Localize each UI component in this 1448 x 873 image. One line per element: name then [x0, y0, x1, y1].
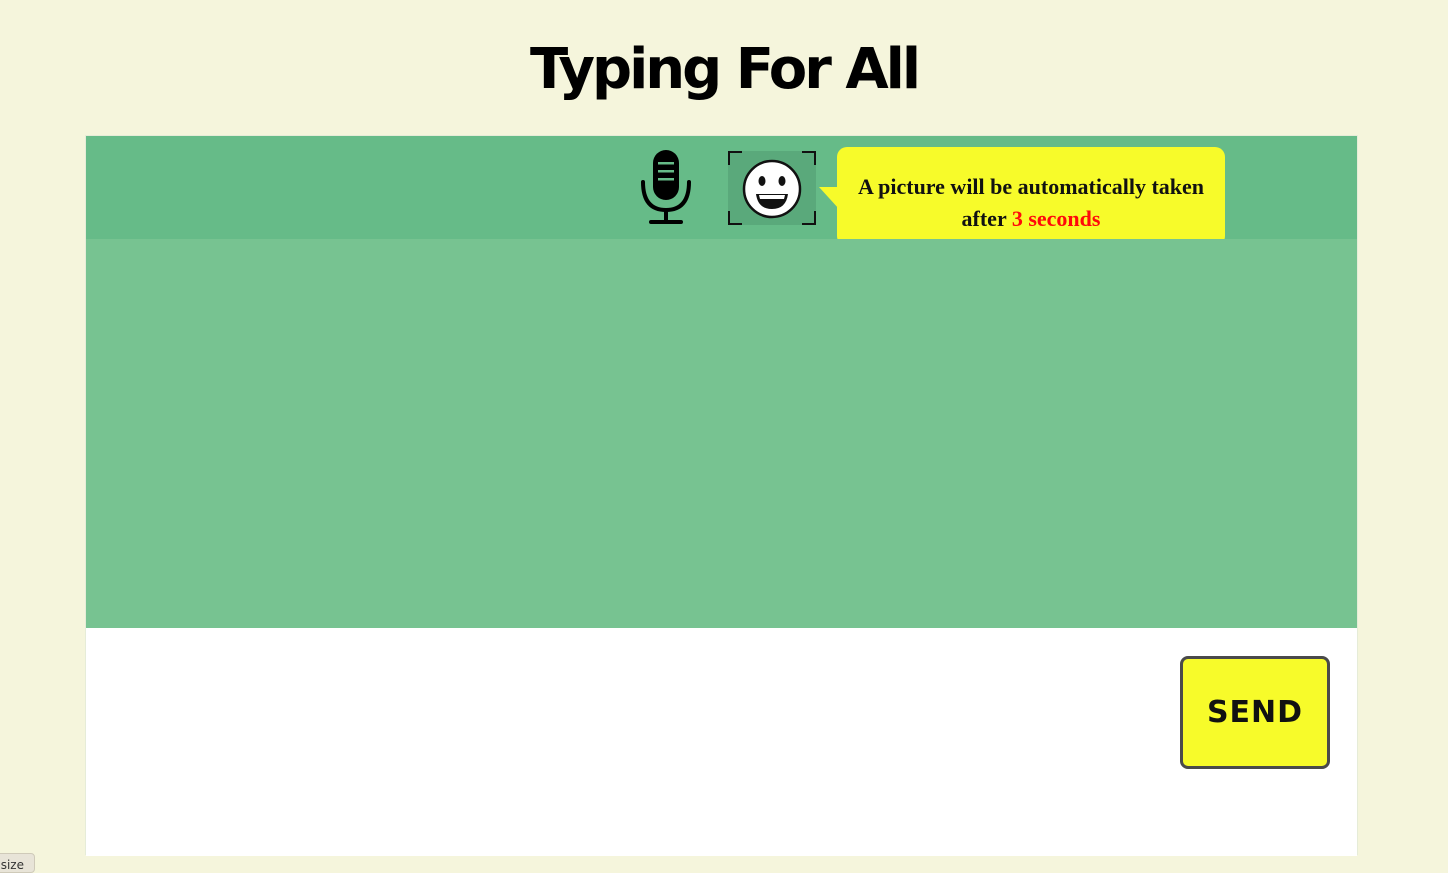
microphone-button[interactable]	[636, 146, 696, 226]
microphone-icon	[641, 150, 691, 224]
app-panel: A picture will be automatically taken af…	[85, 135, 1358, 856]
tooltip-after-text: after	[961, 206, 1007, 231]
tooltip-text: A picture will be automatically taken	[857, 174, 1205, 199]
page-title: Typing For All	[529, 37, 921, 102]
capture-countdown-tooltip: A picture will be automatically taken af…	[819, 147, 1225, 246]
corner-resize-tag[interactable]: size	[0, 853, 35, 873]
message-display-area	[86, 239, 1357, 628]
message-input-area[interactable]	[86, 628, 1357, 856]
camera-capture-button[interactable]	[728, 151, 816, 225]
tooltip-second-line: after 3 seconds	[843, 203, 1219, 235]
toolbar: A picture will be automatically taken af…	[86, 136, 1357, 246]
smiley-face-icon	[728, 151, 816, 225]
send-button[interactable]: SEND	[1180, 656, 1330, 769]
countdown-seconds: 3 seconds	[1011, 206, 1101, 231]
